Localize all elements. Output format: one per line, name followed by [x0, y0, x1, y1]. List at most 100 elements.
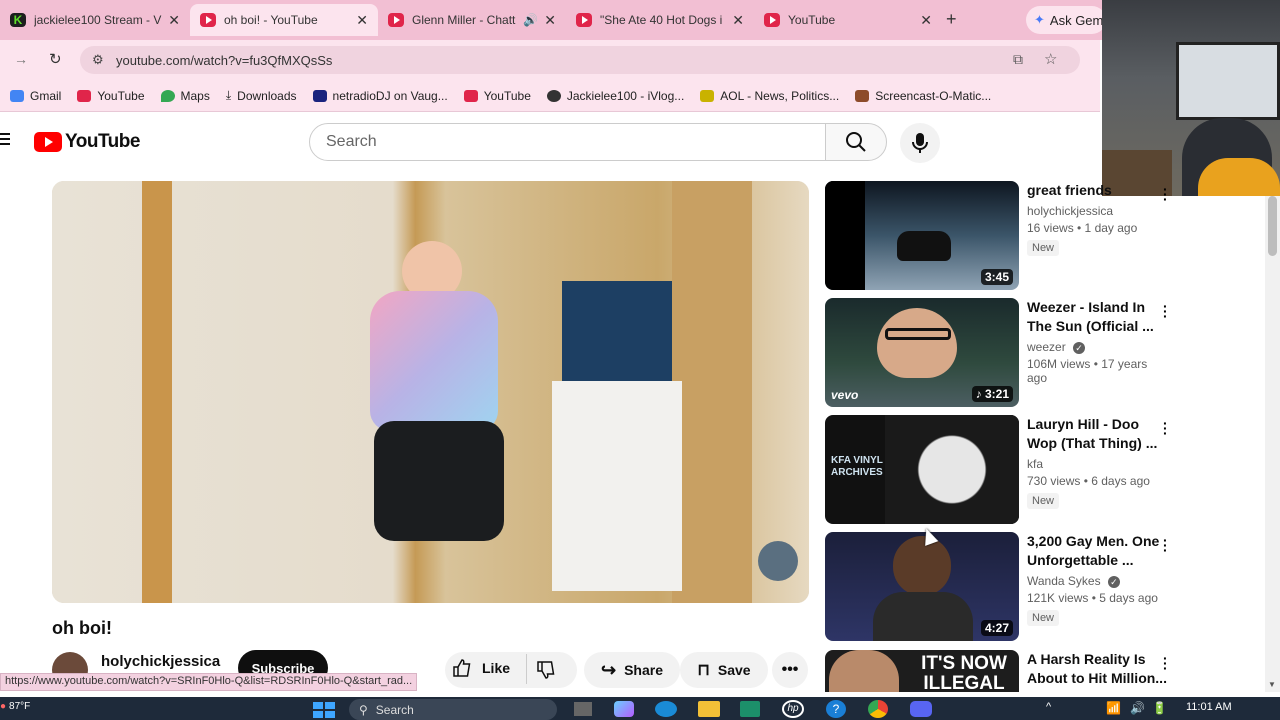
menu-icon[interactable]: [0, 133, 10, 147]
search-input[interactable]: Search: [309, 123, 826, 161]
recommendation-item[interactable]: 4:27 3,200 Gay Men. One Unforgettable ..…: [825, 532, 1170, 642]
battery-icon[interactable]: 🔋: [1152, 701, 1167, 715]
bookmark-aol[interactable]: AOL - News, Politics...: [700, 89, 839, 103]
url-field[interactable]: ⚙ youtube.com/watch?v=fu3QfMXQsSs ⧉ ☆: [80, 46, 1080, 74]
bookmark-maps[interactable]: Maps: [160, 89, 210, 103]
video-thumbnail[interactable]: 3:45: [825, 181, 1019, 290]
channel-watermark[interactable]: [758, 541, 798, 581]
store-icon[interactable]: [740, 701, 760, 717]
speaker-icon[interactable]: 🔊: [523, 13, 538, 27]
bookmark-screencast[interactable]: Screencast-O-Matic...: [855, 89, 991, 103]
install-app-icon[interactable]: ⧉: [1013, 51, 1023, 68]
windows-start-icon[interactable]: [313, 702, 335, 718]
bookmark-netradiodj[interactable]: netradioDJ on Vaug...: [312, 89, 448, 103]
recommendation-item[interactable]: KFA VINYL ARCHIVES Lauryn Hill - Doo Wop…: [825, 415, 1170, 525]
video-meta: 121K views • 5 days ago: [1027, 591, 1158, 605]
taskbar-search[interactable]: ⚲ Search: [349, 699, 557, 720]
forward-icon[interactable]: →: [14, 51, 28, 67]
search-button[interactable]: [825, 123, 887, 161]
video-thumbnail[interactable]: KFA VINYL ARCHIVES: [825, 415, 1019, 524]
video-title[interactable]: Weezer - Island In The Sun (Official ...: [1027, 298, 1167, 336]
thumbs-down-icon: [537, 661, 555, 679]
hp-icon[interactable]: hp: [782, 700, 804, 718]
copilot-icon[interactable]: [614, 701, 634, 717]
close-icon[interactable]: ✕: [732, 12, 744, 29]
share-button[interactable]: ↪ Share: [584, 652, 680, 688]
task-view-icon[interactable]: [574, 702, 592, 716]
tab-oh-boi[interactable]: oh boi! - YouTube ✕: [190, 4, 378, 36]
video-thumbnail[interactable]: IT'S NOW ILLEGAL: [825, 650, 1019, 692]
youtube-logo[interactable]: YouTube: [34, 131, 140, 153]
kick-icon: K: [10, 13, 26, 27]
volume-icon[interactable]: 🔊: [1130, 701, 1145, 715]
more-icon[interactable]: · · ·: [1163, 416, 1173, 440]
site-info-icon[interactable]: ⚙: [92, 52, 104, 68]
recommendation-item[interactable]: vevo ♪ 3:21 Weezer - Island In The Sun (…: [825, 298, 1170, 408]
bookmark-gmail[interactable]: Gmail: [10, 89, 61, 103]
video-title[interactable]: A Harsh Reality Is About to Hit Million.…: [1027, 650, 1167, 688]
video-title[interactable]: great friends: [1027, 181, 1167, 200]
bookmark-star-icon[interactable]: ☆: [1044, 50, 1057, 68]
more-icon[interactable]: · · ·: [1163, 299, 1173, 323]
ask-gemini-button[interactable]: ✦ Ask Gem: [1026, 6, 1106, 34]
bookmark-label: Gmail: [30, 88, 62, 103]
youtube-icon: [764, 13, 780, 27]
channel-name[interactable]: Wanda Sykes: [1027, 574, 1101, 588]
taskbar-clock[interactable]: 11:01 AM: [1186, 701, 1232, 713]
discord-icon[interactable]: [910, 701, 932, 717]
bookmark-youtube[interactable]: YouTube: [77, 89, 145, 103]
more-icon[interactable]: · · ·: [1163, 533, 1173, 557]
close-icon[interactable]: ✕: [544, 12, 556, 29]
youtube-logo-icon: [34, 132, 62, 152]
tab-title: oh boi! - YouTube: [224, 13, 318, 27]
weather-widget[interactable]: ● 87°F: [0, 701, 30, 712]
tab-hot-dogs[interactable]: "She Ate 40 Hot Dogs i ✕: [566, 4, 754, 36]
reload-icon[interactable]: ↻: [49, 50, 62, 68]
scroll-down-icon[interactable]: ▼: [1268, 680, 1276, 689]
bookmarks-bar: Gmail YouTube Maps ⤓ Downloads netradioDJ…: [0, 80, 1100, 112]
more-actions-button[interactable]: •••: [772, 652, 808, 688]
more-icon[interactable]: · · ·: [1163, 651, 1170, 675]
video-title[interactable]: Lauryn Hill - Doo Wop (That Thing) ...: [1027, 415, 1167, 453]
channel-name[interactable]: holychickjessica: [1027, 204, 1167, 218]
dislike-button[interactable]: [536, 660, 556, 685]
channel-name[interactable]: weezer: [1027, 340, 1066, 354]
webcam-background-monitor: [1176, 42, 1280, 120]
wifi-icon[interactable]: 📶: [1106, 701, 1121, 715]
new-tab-icon[interactable]: +: [946, 9, 957, 30]
netradio-icon: [312, 89, 327, 102]
video-thumbnail[interactable]: vevo ♪ 3:21: [825, 298, 1019, 407]
edge-icon[interactable]: [655, 701, 677, 717]
video-player[interactable]: [52, 181, 809, 603]
tab-glenn-miller[interactable]: Glenn Miller - Chatt 🔊 ✕: [378, 4, 566, 36]
voice-search-button[interactable]: [900, 123, 940, 163]
close-icon[interactable]: ✕: [920, 12, 932, 29]
video-duration: ♪ 3:21: [971, 386, 1013, 402]
channel-name[interactable]: kfa: [1027, 457, 1167, 471]
show-hidden-icons[interactable]: ^: [1046, 701, 1051, 713]
bookmark-downloads[interactable]: ⤓ Downloads: [226, 88, 297, 103]
recommendation-item[interactable]: IT'S NOW ILLEGAL A Harsh Reality Is Abou…: [825, 650, 1170, 692]
new-badge: New: [1027, 240, 1060, 256]
search-placeholder: Search: [326, 133, 377, 150]
video-title[interactable]: 3,200 Gay Men. One Unforgettable ...: [1027, 532, 1167, 570]
tab-youtube[interactable]: YouTube ✕: [754, 4, 942, 36]
bookmark-jackielee-ivlog[interactable]: Jackielee100 - iVlog...: [546, 89, 684, 103]
close-icon[interactable]: ✕: [356, 12, 368, 29]
more-icon[interactable]: · · ·: [1163, 182, 1173, 206]
file-explorer-icon[interactable]: [698, 701, 720, 717]
page-scrollbar[interactable]: ▼: [1265, 196, 1280, 692]
bookmark-youtube-2[interactable]: YouTube: [463, 89, 531, 103]
channel-name[interactable]: holychickjessica: [101, 653, 220, 670]
chrome-icon[interactable]: [868, 700, 888, 718]
close-icon[interactable]: ✕: [168, 12, 180, 29]
video-thumbnail[interactable]: 4:27: [825, 532, 1019, 641]
maps-icon: [160, 89, 175, 102]
person-shirt: [370, 291, 498, 431]
scrollbar-thumb[interactable]: [1268, 196, 1277, 256]
recommendation-item[interactable]: 3:45 great friends holychickjessica 16 v…: [825, 181, 1170, 291]
save-button[interactable]: ⊓ Save: [680, 652, 768, 688]
tab-jackielee-stream[interactable]: K jackielee100 Stream - V ✕: [0, 4, 190, 36]
help-icon[interactable]: ?: [826, 700, 846, 718]
like-button[interactable]: Like: [452, 658, 510, 678]
